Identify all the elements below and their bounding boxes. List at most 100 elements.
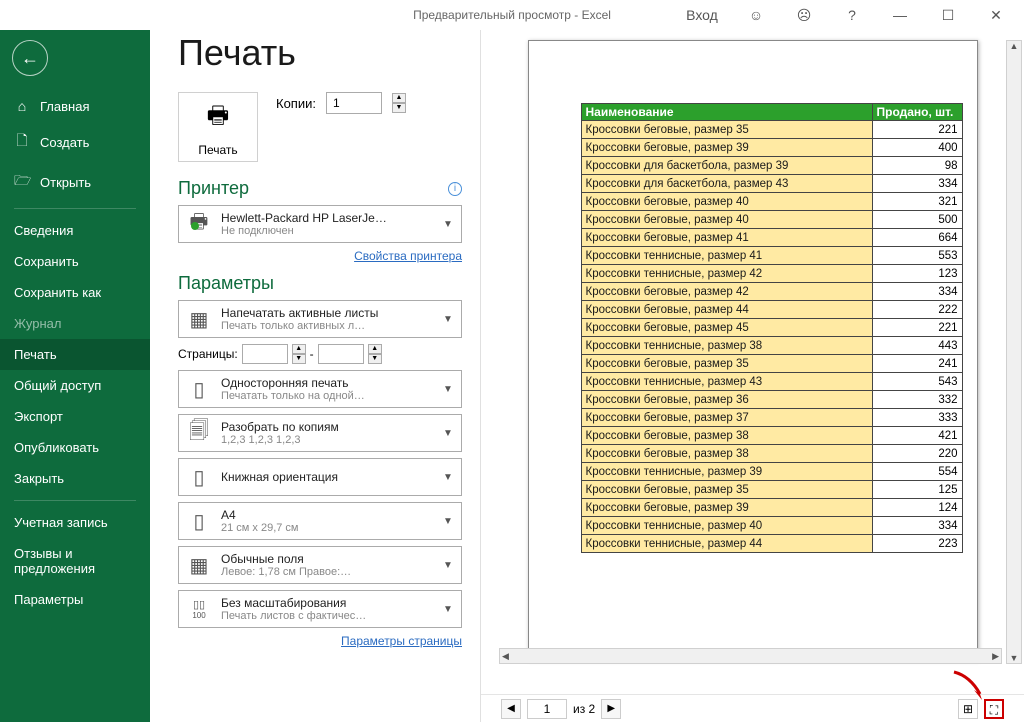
print-button[interactable]: 🖶 Печать xyxy=(178,92,258,162)
sidebar-item-export[interactable]: Экспорт xyxy=(0,401,150,432)
table-row: Кроссовки теннисные, размер 41553 xyxy=(581,247,962,265)
printer-status-icon: 🖶 xyxy=(185,210,213,238)
table-row: Кроссовки беговые, размер 39124 xyxy=(581,499,962,517)
sidebar-item-info[interactable]: Сведения xyxy=(0,215,150,246)
chevron-down-icon: ▼ xyxy=(443,219,455,230)
sides-dropdown[interactable]: ▯ Односторонняя печатьПечатать только на… xyxy=(178,370,462,408)
table-row: Кроссовки беговые, размер 40321 xyxy=(581,193,962,211)
table-row: Кроссовки беговые, размер 35125 xyxy=(581,481,962,499)
table-row: Кроссовки беговые, размер 45221 xyxy=(581,319,962,337)
sidebar-item-label: Сохранить как xyxy=(14,285,101,300)
preview-table: НаименованиеПродано, шт. Кроссовки бегов… xyxy=(581,103,963,553)
params-section-title: Параметры xyxy=(178,273,274,294)
print-button-label: Печать xyxy=(198,143,237,157)
login-link[interactable]: Вход xyxy=(682,7,722,23)
show-margins-button[interactable]: ⊞ xyxy=(958,699,978,719)
preview-page: НаименованиеПродано, шт. Кроссовки бегов… xyxy=(528,40,978,660)
info-icon[interactable]: i xyxy=(448,182,462,196)
sheets-icon: ▦ xyxy=(185,305,213,333)
sidebar-item-share[interactable]: Общий доступ xyxy=(0,370,150,401)
table-row: Кроссовки беговые, размер 41664 xyxy=(581,229,962,247)
orientation-dropdown[interactable]: ▯ Книжная ориентация ▼ xyxy=(178,458,462,496)
sidebar-item-label: Сведения xyxy=(14,223,73,238)
sidebar-item-account[interactable]: Учетная запись xyxy=(0,507,150,538)
print-what-dropdown[interactable]: ▦ Напечатать активные листыПечать только… xyxy=(178,300,462,338)
page-number-input[interactable] xyxy=(527,699,567,719)
table-row: Кроссовки беговые, размер 36332 xyxy=(581,391,962,409)
sidebar-item-options[interactable]: Параметры xyxy=(0,584,150,615)
sidebar-item-label: Учетная запись xyxy=(14,515,108,530)
scaling-icon: ▯▯100 xyxy=(185,595,213,623)
col-header-qty: Продано, шт. xyxy=(872,104,962,121)
sidebar-item-saveas[interactable]: Сохранить как xyxy=(0,277,150,308)
sidebar-item-history: Журнал xyxy=(0,308,150,339)
sidebar-item-close[interactable]: Закрыть xyxy=(0,463,150,494)
portrait-icon: ▯ xyxy=(185,463,213,491)
chevron-down-icon: ▼ xyxy=(443,472,455,483)
paper-dropdown[interactable]: ▯ A421 см x 29,7 см ▼ xyxy=(178,502,462,540)
copies-down[interactable]: ▼ xyxy=(392,103,406,113)
sidebar-item-label: Печать xyxy=(14,347,57,362)
page-count-label: из 2 xyxy=(573,702,595,716)
sidebar-item-print[interactable]: Печать xyxy=(0,339,150,370)
backstage-sidebar: ← ⌂Главная 🗋 Создать 🗁Открыть Сведения Со… xyxy=(0,30,150,722)
sidebar-item-label: Создать xyxy=(40,135,89,150)
prev-page-button[interactable]: ◀ xyxy=(501,699,521,719)
sidebar-item-home[interactable]: ⌂Главная xyxy=(0,90,150,122)
close-icon[interactable]: ✕ xyxy=(976,7,1016,24)
table-row: Кроссовки теннисные, размер 39554 xyxy=(581,463,962,481)
vertical-scrollbar[interactable]: ▲▼ xyxy=(1006,40,1022,664)
sidebar-item-save[interactable]: Сохранить xyxy=(0,246,150,277)
chevron-down-icon: ▼ xyxy=(443,384,455,395)
pages-from-input[interactable] xyxy=(242,344,288,364)
emoticon-happy-icon[interactable]: ☺ xyxy=(736,7,776,23)
chevron-down-icon: ▼ xyxy=(443,314,455,325)
document-icon: 🗋 xyxy=(14,130,30,154)
printer-icon: 🖶 xyxy=(207,98,230,139)
help-icon[interactable]: ? xyxy=(832,7,872,23)
margins-dropdown[interactable]: ▦ Обычные поляЛевое: 1,78 см Правое:… ▼ xyxy=(178,546,462,584)
emoticon-sad-icon[interactable]: ☹ xyxy=(784,7,824,24)
chevron-down-icon: ▼ xyxy=(443,560,455,571)
sidebar-item-label: Экспорт xyxy=(14,409,63,424)
chevron-down-icon: ▼ xyxy=(443,428,455,439)
minimize-icon[interactable]: — xyxy=(880,7,920,23)
horizontal-scrollbar[interactable]: ◀▶ xyxy=(499,648,1002,664)
next-page-button[interactable]: ▶ xyxy=(601,699,621,719)
pages-to-input[interactable] xyxy=(318,344,364,364)
table-row: Кроссовки беговые, размер 44222 xyxy=(581,301,962,319)
page-icon: ▯ xyxy=(185,375,213,403)
copies-label: Копии: xyxy=(276,96,316,111)
print-preview-panel: НаименованиеПродано, шт. Кроссовки бегов… xyxy=(480,30,1024,722)
printer-dropdown[interactable]: 🖶 Hewlett-Packard HP LaserJe…Не подключе… xyxy=(178,205,462,243)
page-setup-link[interactable]: Параметры страницы xyxy=(341,634,462,648)
copies-input[interactable] xyxy=(326,92,382,114)
sidebar-item-publish[interactable]: Опубликовать xyxy=(0,432,150,463)
sidebar-item-feedback[interactable]: Отзывы и предложения xyxy=(0,538,150,584)
back-button[interactable]: ← xyxy=(12,40,48,76)
table-row: Кроссовки теннисные, размер 38443 xyxy=(581,337,962,355)
window-title: Предварительный просмотр - Excel xyxy=(413,8,611,22)
table-row: Кроссовки беговые, размер 38421 xyxy=(581,427,962,445)
table-row: Кроссовки беговые, размер 42334 xyxy=(581,283,962,301)
sidebar-item-open[interactable]: 🗁Открыть xyxy=(0,162,150,202)
zoom-to-page-button[interactable]: ⛶ xyxy=(984,699,1004,719)
chevron-down-icon: ▼ xyxy=(443,516,455,527)
title-bar: Предварительный просмотр - Excel Вход ☺ … xyxy=(0,0,1024,30)
scaling-dropdown[interactable]: ▯▯100 Без масштабированияПечать листов с… xyxy=(178,590,462,628)
maximize-icon[interactable]: ☐ xyxy=(928,7,968,24)
sidebar-item-label: Отзывы и предложения xyxy=(14,546,136,576)
table-row: Кроссовки беговые, размер 38220 xyxy=(581,445,962,463)
sidebar-item-new[interactable]: 🗋 Создать xyxy=(0,122,150,162)
pages-label: Страницы: xyxy=(178,347,238,361)
copies-up[interactable]: ▲ xyxy=(392,93,406,103)
printer-properties-link[interactable]: Свойства принтера xyxy=(354,249,462,263)
sidebar-item-label: Главная xyxy=(40,99,89,114)
sidebar-item-label: Опубликовать xyxy=(14,440,99,455)
sidebar-item-label: Общий доступ xyxy=(14,378,101,393)
collate-dropdown[interactable]: 🗐 Разобрать по копиям1,2,3 1,2,3 1,2,3 ▼ xyxy=(178,414,462,452)
paper-icon: ▯ xyxy=(185,507,213,535)
print-settings-panel: Печать 🖶 Печать Копии: ▲▼ Принтерi 🖶 Hew… xyxy=(150,30,480,722)
folder-open-icon: 🗁 xyxy=(14,170,30,194)
sidebar-item-label: Журнал xyxy=(14,316,61,331)
